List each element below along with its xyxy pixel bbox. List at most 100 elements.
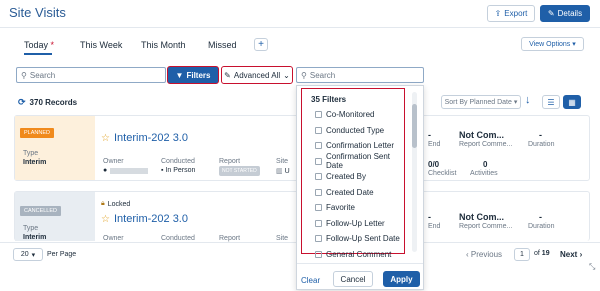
filter-option[interactable]: Follow-Up Sent Date [301,231,405,247]
checkbox[interactable] [315,111,322,119]
report-comment-label: Report Comme... [459,223,513,230]
checkbox[interactable] [315,204,322,212]
page-number-input[interactable]: 1 [514,248,530,261]
cancel-label: Cancel [340,274,366,284]
of-label: of [534,250,540,257]
report-label: Report [219,158,241,165]
refresh-icon[interactable]: ⟳ [18,97,26,108]
type-label: Type [23,150,39,157]
filter-option[interactable]: Follow-Up Letter [301,216,405,232]
details-label: Details [557,9,583,18]
view-options-label: View Options [529,40,571,48]
favorite-star-icon[interactable]: ☆ [101,133,110,144]
favorite-star-icon[interactable]: ☆ [101,214,110,225]
apply-button[interactable]: Apply [383,271,420,287]
checkbox[interactable] [315,157,322,165]
checkbox[interactable] [315,173,322,181]
tab-today-marker: * [50,40,55,50]
grid-view-button[interactable]: ▦ [563,95,581,109]
checkbox[interactable] [315,188,322,196]
sort-label: Sort By Planned Date [444,98,512,106]
records-label: 370 Records [29,98,78,107]
type-label: Type [23,225,39,232]
tab-missed[interactable]: Missed [208,40,237,50]
list-view-button[interactable]: ☰ [542,95,560,109]
card-status-panel: PLANNED Type Interim [15,116,95,180]
filter-option[interactable]: Confirmation Letter [301,138,405,154]
previous-button[interactable]: ‹ Previous [466,250,502,259]
end-label: End [428,141,441,148]
advanced-all-dropdown[interactable]: ✎ Advanced All ⌄ [221,66,293,84]
filter-search-placeholder: Search [309,70,336,80]
filter-option-label: Confirmation Letter [326,141,395,151]
site-label: Site [276,158,289,165]
status-badge: PLANNED [20,128,54,138]
per-page-select[interactable]: 20 ▾ [13,248,43,261]
checkbox[interactable] [315,126,322,134]
filter-search-input[interactable]: ⚲ Search [296,67,424,83]
filter-scrollbar-track[interactable] [412,92,417,252]
filter-option[interactable]: Favorite [301,200,405,216]
checkbox[interactable] [315,235,322,243]
type-value: Interim [23,234,47,241]
details-button[interactable]: ✎ Details [540,5,590,22]
tab-this-month[interactable]: This Month [141,40,186,50]
conducted-value: ▪ In Person [161,167,195,174]
filter-option[interactable]: Conducted Type [301,123,405,139]
export-label: Export [504,9,528,18]
view-options-button[interactable]: View Options ▾ [521,37,584,51]
duration-label: Duration [528,141,555,148]
filter-option-label: Confirmation Sent Date [326,152,391,171]
filter-option-label: Conducted Type [326,125,385,135]
filter-option-label: Co-Monitored [326,110,375,120]
report-label: Report [219,235,241,242]
tab-today[interactable]: Today * [24,40,54,50]
end-value: - [428,130,431,140]
filter-option[interactable]: Confirmation Sent Date [301,152,405,171]
filter-option[interactable]: Created By [301,169,405,185]
sort-direction-icon[interactable]: ↓ [525,94,531,106]
sort-dropdown[interactable]: Sort By Planned Date ▾ [441,95,521,109]
filters-button[interactable]: ▼ Filters [167,66,219,84]
filter-panel: 35 Filters Co-Monitored Conducted Type C… [296,85,424,290]
cancel-button[interactable]: Cancel [333,271,373,287]
resize-handle-icon[interactable]: ⤡ [589,262,595,272]
filter-list: Co-Monitored Conducted Type Confirmation… [301,107,405,262]
clear-button[interactable]: Clear [301,276,320,285]
checkbox[interactable] [315,142,322,150]
chevron-down-icon: ▾ [31,251,36,259]
card-title[interactable]: Interim-202 3.0 [114,132,188,144]
checklist-label: Checklist [428,170,457,177]
card-title[interactable]: Interim-202 3.0 [114,213,188,225]
filters-label: Filters [186,70,211,80]
checkbox[interactable] [315,250,322,258]
checkbox[interactable] [315,219,322,227]
conducted-label: Conducted [161,158,195,165]
details-icon: ✎ [547,9,555,18]
page-title: Site Visits [9,5,66,20]
owner-redacted [110,167,149,174]
duration-value: - [539,130,542,140]
next-button[interactable]: Next › [560,250,582,259]
records-count: ⟳ 370 Records [18,97,77,108]
filter-panel-divider [297,263,423,264]
lock-icon: 🔒︎ [101,200,105,207]
export-button[interactable]: ⇪ Export [487,5,535,22]
filter-option[interactable]: Co-Monitored [301,107,405,123]
current-page-value: 1 [520,251,524,258]
person-icon: ▪ [161,167,164,174]
pencil-icon: ✎ [224,70,231,80]
owner-label: Owner [103,235,124,242]
add-tab-button[interactable]: + [254,38,268,51]
search-input[interactable]: ⚲ Search [16,67,166,83]
duration-value: - [539,212,542,222]
filter-option[interactable]: Created Date [301,185,405,201]
locked-label: Locked [107,200,131,208]
status-badge: CANCELLED [20,206,62,216]
card-status-panel: CANCELLED Type Interim [15,192,95,241]
tab-this-week[interactable]: This Week [80,40,122,50]
chevron-down-icon: ▾ [572,41,576,48]
filter-scrollbar-thumb[interactable] [412,104,417,148]
filter-option[interactable]: General Comment [301,247,405,263]
list-icon: ☰ [547,97,555,107]
